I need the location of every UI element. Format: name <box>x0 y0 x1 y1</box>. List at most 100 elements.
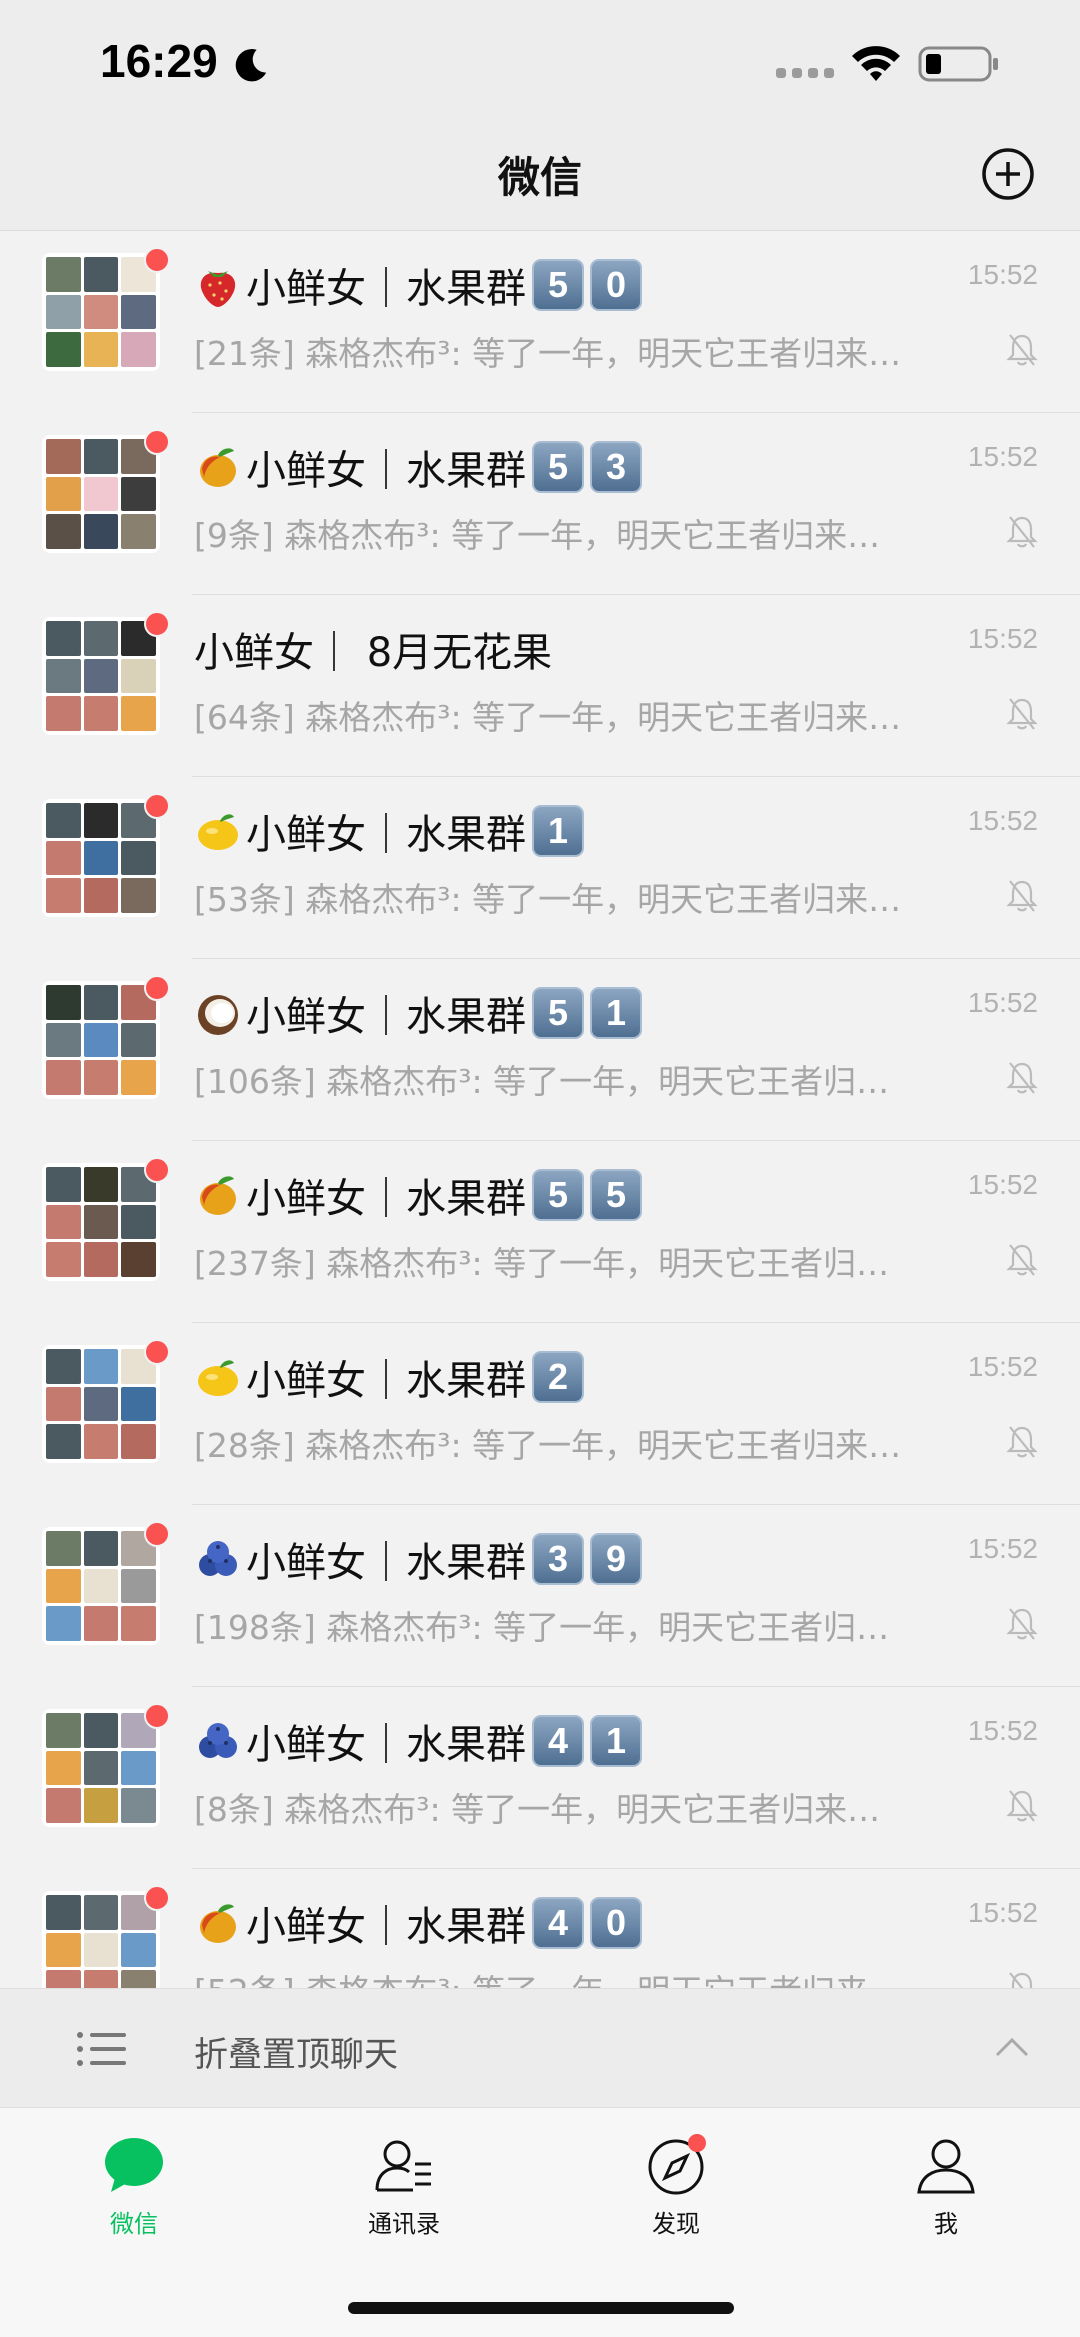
number-badge: 1 <box>590 987 642 1039</box>
number-badge: 4 <box>532 1897 584 1949</box>
group-avatar[interactable] <box>42 1345 160 1463</box>
chat-time: 15:52 <box>967 805 1038 836</box>
group-avatar[interactable] <box>42 617 160 735</box>
avatar-tile <box>83 1349 119 1384</box>
chat-title: 小鲜女｜水果群 5 3 <box>194 439 642 495</box>
avatar-tile <box>121 1022 156 1058</box>
add-button[interactable] <box>980 146 1036 202</box>
avatar-tile <box>46 332 81 367</box>
chat-title-text: 小鲜女｜水果群 <box>246 994 526 1040</box>
chat-row[interactable]: 小鲜女｜水果群 5 5 15:52 [237条] 森格杰布³: 等了一年，明天它王者归… <box>0 1141 1080 1323</box>
tab-chats[interactable]: 微信 <box>44 2134 224 2244</box>
chat-row[interactable]: 小鲜女｜水果群 5 1 15:52 [106条] 森格杰布³: 等了一年，明天它王者归… <box>0 959 1080 1141</box>
tab-contacts[interactable]: 通讯录 <box>314 2134 494 2244</box>
blueberry-icon <box>199 1541 237 1576</box>
avatar-tile <box>83 514 119 549</box>
group-avatar[interactable] <box>42 1163 160 1281</box>
avatar-tile <box>46 1242 81 1277</box>
avatar-tile <box>46 1788 81 1823</box>
chat-time: 15:52 <box>967 1897 1038 1928</box>
unread-dot <box>144 611 170 637</box>
avatar-tile <box>83 1606 119 1641</box>
group-avatar[interactable] <box>42 253 160 371</box>
avatar-tile <box>46 985 81 1020</box>
chat-title: 小鲜女｜水果群 5 0 <box>194 257 642 313</box>
group-avatar[interactable] <box>42 981 160 1099</box>
avatar-tile <box>121 658 156 694</box>
chat-row[interactable]: 小鲜女｜ 8月无花果 15:52 [64条] 森格杰布³: 等了一年，明天它王者归来… <box>0 595 1080 777</box>
avatar-tile <box>121 514 156 549</box>
number-badge: 0 <box>590 259 642 311</box>
avatar-tile <box>46 658 81 694</box>
chat-time: 15:52 <box>967 1351 1038 1382</box>
avatar-tile <box>121 1204 156 1240</box>
chat-time: 15:52 <box>967 1715 1038 1746</box>
avatar-tile <box>121 1606 156 1641</box>
mute-bell-icon <box>1006 1608 1038 1640</box>
chat-row[interactable]: 小鲜女｜水果群40 15:52 [52条] 森格杰布³: 等了一年，明天它王者归来… <box>0 1869 1080 1988</box>
chevron-up-icon[interactable] <box>994 2035 1030 2059</box>
avatar-tile <box>83 658 119 694</box>
avatar-tile <box>83 1060 119 1095</box>
group-avatar[interactable] <box>42 1527 160 1645</box>
avatar-tile <box>46 840 81 876</box>
avatar-tile <box>121 476 156 512</box>
tab-discover[interactable]: 发现 <box>586 2134 766 2244</box>
chat-time: 15:52 <box>967 259 1038 290</box>
chat-list[interactable]: 小鲜女｜水果群 5 0 15:52 [21条] 森格杰布³: 等了一年，明天它王者归来…… <box>0 230 1080 1988</box>
avatar-tile <box>46 1750 81 1786</box>
group-avatar[interactable] <box>42 435 160 553</box>
blueberry-icon <box>199 1723 237 1758</box>
avatar-tile <box>121 1970 156 1988</box>
avatar-tile <box>121 840 156 876</box>
avatar-tile <box>83 1204 119 1240</box>
chat-title-text: 小鲜女｜水果群 <box>246 1722 526 1768</box>
tab-label: 我 <box>934 2210 958 2238</box>
avatar-tile <box>83 696 119 731</box>
chat-title: 小鲜女｜水果群 1 <box>194 803 584 859</box>
chat-row[interactable]: 小鲜女｜水果群 5 0 15:52 [21条] 森格杰布³: 等了一年，明天它王者归来… <box>0 231 1080 413</box>
chat-title-text: 小鲜女｜水果群 <box>246 812 526 858</box>
avatar-tile <box>46 1060 81 1095</box>
group-avatar[interactable] <box>42 1891 160 1988</box>
home-indicator[interactable] <box>348 2302 734 2314</box>
avatar-tile <box>46 1713 81 1748</box>
tab-label: 发现 <box>652 2210 700 2238</box>
unread-dot <box>144 975 170 1001</box>
avatar-tile <box>83 1568 119 1604</box>
chat-row[interactable]: 小鲜女｜水果群 1 15:52 [53条] 森格杰布³: 等了一年，明天它王者归来… <box>0 777 1080 959</box>
coconut-icon <box>198 995 238 1035</box>
chat-time: 15:52 <box>967 1169 1038 1200</box>
chat-title: 小鲜女｜水果群 3 9 <box>194 1531 642 1587</box>
chat-title-text: 小鲜女｜水果群 <box>246 1540 526 1586</box>
mango-icon <box>200 1904 236 1943</box>
signal-icon <box>776 68 834 78</box>
avatar-tile <box>46 1386 81 1422</box>
chat-row[interactable]: 小鲜女｜水果群 4 1 15:52 [8条] 森格杰布³: 等了一年，明天它王者归来… <box>0 1687 1080 1869</box>
unread-dot <box>144 1157 170 1183</box>
chat-title: 小鲜女｜水果群 5 5 <box>194 1167 642 1223</box>
tab-me[interactable]: 我 <box>856 2134 1036 2244</box>
group-avatar[interactable] <box>42 799 160 917</box>
chat-row[interactable]: 小鲜女｜水果群 5 3 15:52 [9条] 森格杰布³: 等了一年，明天它王者归来… <box>0 413 1080 595</box>
tab-label: 微信 <box>110 2210 158 2238</box>
mute-bell-icon <box>1006 1244 1038 1276</box>
group-avatar[interactable] <box>42 1709 160 1827</box>
unread-dot <box>144 429 170 455</box>
avatar-tile <box>46 257 81 292</box>
chat-title-text: 小鲜女｜水果群 <box>246 448 526 494</box>
number-badge: 4 <box>532 1715 584 1767</box>
chat-title-text: 小鲜女｜水果群 <box>246 266 526 312</box>
chat-row[interactable]: 小鲜女｜水果群 2 15:52 [28条] 森格杰布³: 等了一年，明天它王者归来… <box>0 1323 1080 1505</box>
avatar-tile <box>46 439 81 474</box>
avatar-tile <box>121 878 156 913</box>
number-badge: 5 <box>532 1169 584 1221</box>
number-badge: 0 <box>590 1897 642 1949</box>
page-title: 微信 <box>497 153 582 202</box>
unread-dot <box>144 247 170 273</box>
avatar-tile <box>46 1568 81 1604</box>
avatar-tile <box>83 1022 119 1058</box>
fold-pinned-bar[interactable]: 折叠置顶聊天 <box>0 1988 1080 2108</box>
avatar-tile <box>83 1424 119 1459</box>
chat-row[interactable]: 小鲜女｜水果群 3 9 15:52 [198条] 森格杰布³: 等了一年，明天它王者归… <box>0 1505 1080 1687</box>
